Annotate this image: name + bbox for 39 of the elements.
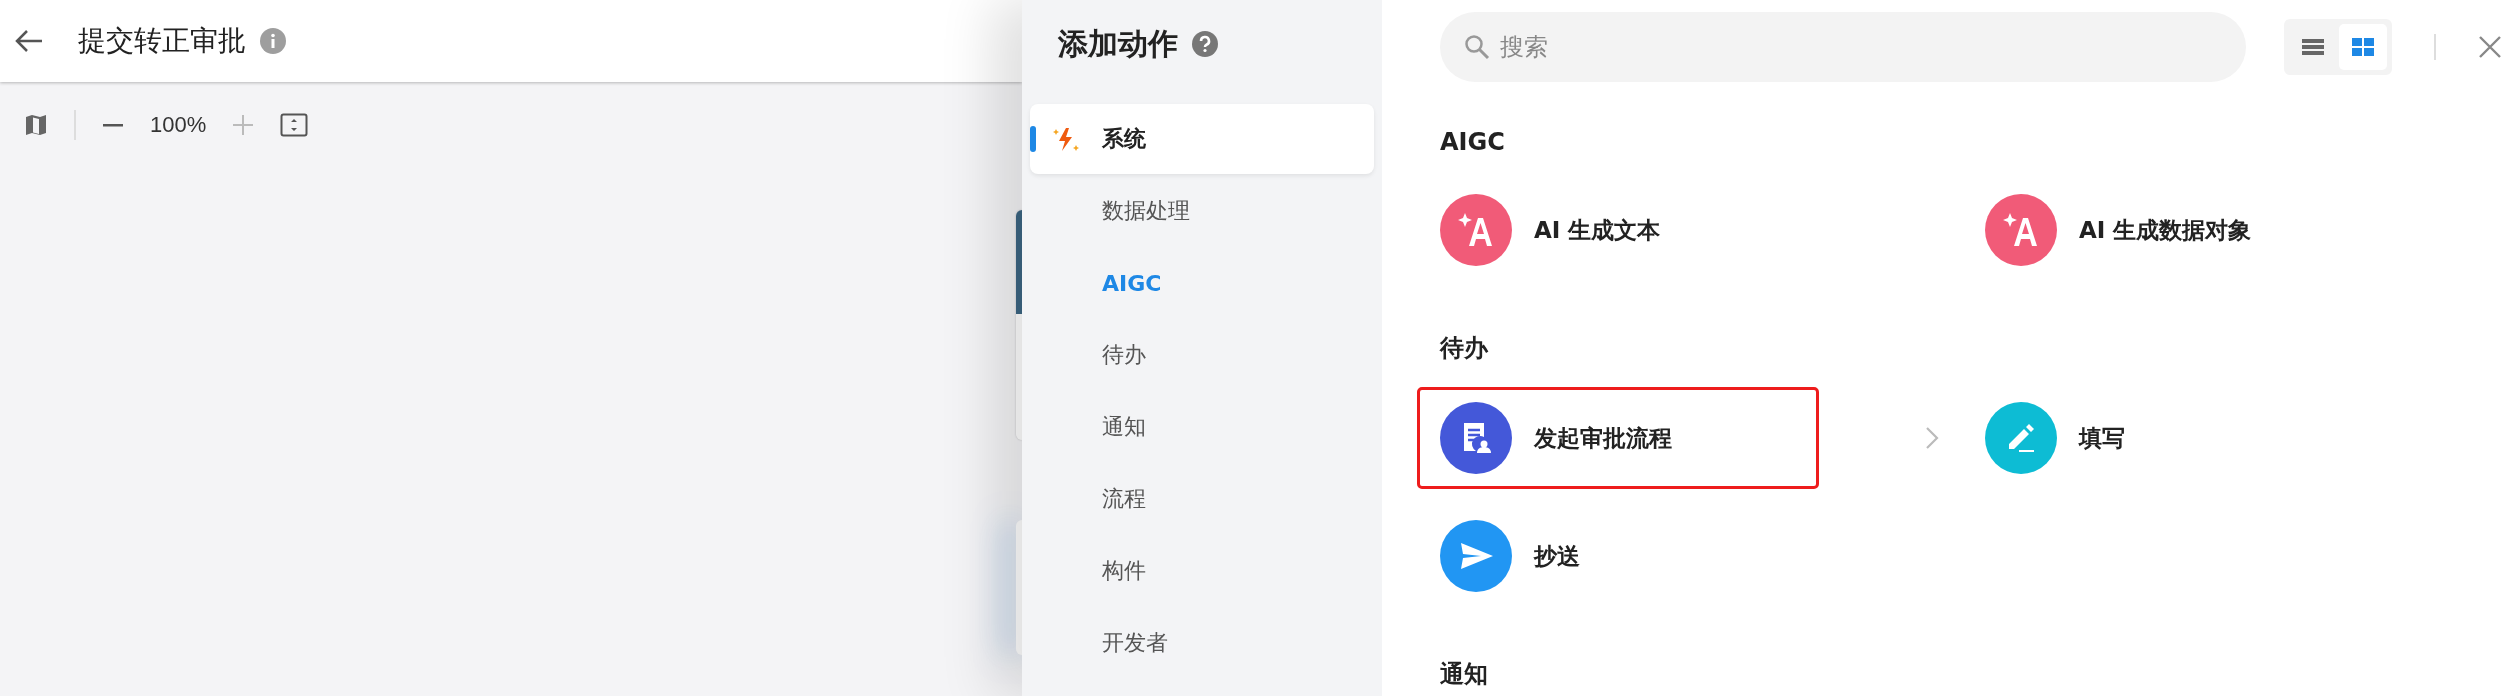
section-heading: 通知 <box>1440 659 1489 690</box>
map-icon[interactable] <box>24 113 48 137</box>
action-item[interactable]: AI 生成数据对象 <box>1965 182 2361 278</box>
close-icon <box>2478 35 2502 59</box>
zoom-level: 100% <box>150 112 207 138</box>
action-label: 抄送 <box>1534 541 1580 571</box>
lightning-sparkle-icon <box>1052 126 1080 152</box>
search-icon <box>1464 34 1490 60</box>
close-button[interactable] <box>2478 35 2502 59</box>
section-heading: 待办 <box>1440 333 1489 364</box>
action-label: AI 生成数据对象 <box>2079 215 2252 245</box>
selection-bar <box>1030 126 1036 152</box>
action-label: 发起审批流程 <box>1534 423 1672 453</box>
help-icon[interactable] <box>1192 31 1218 57</box>
canvas-node[interactable] <box>1016 520 1022 655</box>
action-item[interactable]: 发起审批流程 <box>1420 390 1816 486</box>
fit-screen-icon[interactable] <box>280 113 309 137</box>
search-field[interactable]: 搜索 <box>1440 12 2246 82</box>
category-item[interactable]: 构件 <box>1030 536 1374 606</box>
category-item[interactable]: 系统 <box>1030 104 1374 174</box>
action-label: AI 生成文本 <box>1534 215 1661 245</box>
grid-icon <box>2352 38 2374 56</box>
action-item[interactable]: AI 生成文本 <box>1420 182 1816 278</box>
action-item[interactable]: 抄送 <box>1420 508 1816 604</box>
category-item[interactable]: 数据处理 <box>1030 176 1374 246</box>
section-heading: AIGC <box>1440 128 1506 156</box>
back-arrow-icon[interactable] <box>14 28 44 54</box>
list-icon <box>2302 38 2324 56</box>
action-item[interactable]: 填写 <box>1965 390 2361 486</box>
action-label: 填写 <box>2079 423 2125 453</box>
grid-view-button[interactable] <box>2339 24 2387 70</box>
category-item[interactable]: 流程 <box>1030 464 1374 534</box>
drawer-title: 添加动作 <box>1058 24 1178 63</box>
category-item[interactable]: 待办 <box>1030 320 1374 390</box>
info-icon[interactable] <box>260 28 286 54</box>
category-item[interactable]: 通知 <box>1030 392 1374 462</box>
page-title: 提交转正审批 <box>78 23 246 59</box>
category-item[interactable]: 开发者 <box>1030 608 1374 678</box>
canvas-node[interactable] <box>1016 210 1022 440</box>
